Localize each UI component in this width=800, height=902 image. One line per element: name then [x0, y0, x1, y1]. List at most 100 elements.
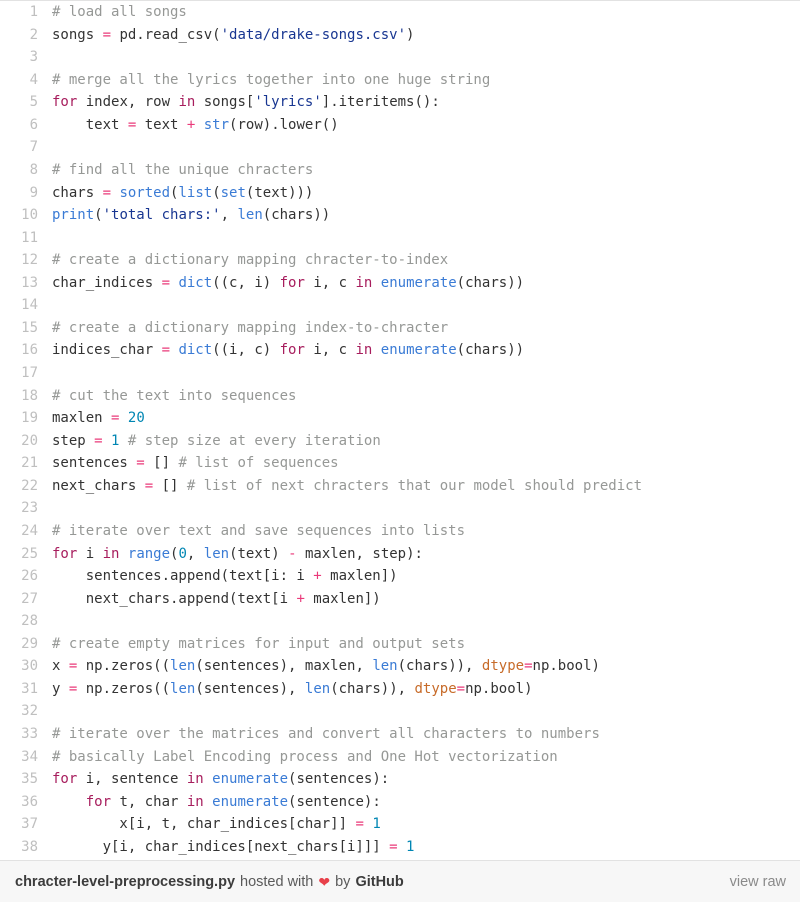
code-line-content[interactable]: songs = pd.read_csv('data/drake-songs.cs… — [52, 24, 800, 47]
code-line-content[interactable]: next_chars = [] # list of next chracters… — [52, 475, 800, 498]
code-line: 14 — [0, 294, 800, 317]
code-line-content[interactable]: char_indices = dict((c, i) for i, c in e… — [52, 272, 800, 295]
code-line: 27 next_chars.append(text[i + maxlen]) — [0, 587, 800, 611]
code-line-content[interactable] — [52, 497, 800, 520]
code-token: (text) — [229, 545, 289, 562]
code-line-content[interactable]: # merge all the lyrics together into one… — [52, 69, 800, 92]
code-token: np.bool) — [532, 658, 600, 675]
code-line-content[interactable]: next_chars.append(text[i + maxlen]) — [52, 588, 800, 611]
gist-embed: 1 # load all songs 2 songs = pd.read_csv('d… — [0, 0, 800, 902]
code-line-content[interactable]: # create a dictionary mapping chracter-t… — [52, 249, 800, 272]
code-token: np.zeros(( — [77, 680, 171, 697]
line-number: 5 — [0, 91, 52, 114]
code-token: list — [178, 184, 213, 201]
line-number: 6 — [0, 113, 52, 137]
code-token: pd.read_csv( — [111, 26, 221, 43]
code-line-content[interactable] — [52, 227, 800, 250]
code-line-content[interactable]: for t, char in enumerate(sentence): — [52, 791, 800, 814]
gist-filename[interactable]: chracter-level-preprocessing.py — [15, 874, 235, 890]
code-token: # list of next chracters that our model … — [186, 477, 643, 494]
code-token: # iterate over the matrices and convert … — [52, 726, 600, 742]
code-line-content[interactable]: y = np.zeros((len(sentences), len(chars)… — [52, 678, 800, 701]
code-token: dtype — [414, 680, 457, 697]
code-token: (chars)) — [456, 274, 525, 291]
code-line-content[interactable]: print('total chars:', len(chars)) — [52, 204, 800, 227]
code-token: = — [355, 816, 364, 833]
code-token: # find all the unique chracters — [52, 161, 314, 178]
code-table: 1 # load all songs 2 songs = pd.read_csv('d… — [0, 1, 800, 859]
code-line-content[interactable]: # create empty matrices for input and ou… — [52, 633, 800, 656]
line-number: 4 — [0, 68, 52, 92]
code-token: for — [85, 793, 112, 810]
code-line-content[interactable] — [52, 700, 800, 723]
code-line-content[interactable]: # find all the unique chracters — [52, 159, 800, 182]
code-token: = — [456, 680, 466, 697]
code-line-content[interactable]: # load all songs — [52, 1, 800, 24]
code-token: 'data/drake-songs.csv' — [220, 26, 407, 43]
code-token: - — [288, 545, 297, 562]
line-number: 24 — [0, 519, 52, 543]
code-line: 16 indices_char = dict((i, c) for i, c in… — [0, 339, 800, 362]
code-token: # basically Label Encoding process and O… — [52, 748, 558, 765]
code-line-content[interactable]: sentences.append(text[i: i + maxlen]) — [52, 565, 800, 588]
code-token: for — [279, 342, 305, 359]
code-line-content[interactable] — [52, 362, 800, 385]
code-line-content[interactable]: # iterate over text and save sequences i… — [52, 520, 800, 543]
code-token: for — [279, 274, 305, 291]
github-label[interactable]: GitHub — [355, 874, 403, 890]
code-line-content[interactable]: indices_char = dict((i, c) for i, c in e… — [52, 339, 800, 362]
code-token: = — [161, 274, 171, 291]
code-line-content[interactable] — [52, 610, 800, 633]
code-line-content[interactable] — [52, 136, 800, 159]
code-token: t, char — [111, 793, 187, 810]
code-line-content[interactable]: text = text + str(row).lower() — [52, 114, 800, 137]
code-line-content[interactable]: x = np.zeros((len(sentences), maxlen, le… — [52, 655, 800, 678]
code-line-content[interactable]: # iterate over the matrices and convert … — [52, 723, 800, 746]
code-line-content[interactable]: for index, row in songs['lyrics'].iterit… — [52, 91, 800, 114]
code-line-content[interactable]: maxlen = 20 — [52, 407, 800, 430]
code-line-content[interactable]: # create a dictionary mapping index-to-c… — [52, 317, 800, 340]
code-token: for — [52, 94, 78, 111]
code-token: maxlen — [52, 410, 112, 427]
line-number: 33 — [0, 723, 52, 746]
code-line-content[interactable]: x[i, t, char_indices[char]] = 1 — [52, 813, 800, 836]
code-line: 18 # cut the text into sequences — [0, 384, 800, 408]
code-token: in — [355, 342, 373, 359]
code-line-content[interactable]: for i, sentence in enumerate(sentences): — [52, 768, 800, 791]
code-token: len — [237, 207, 263, 224]
code-line-content[interactable]: # basically Label Encoding process and O… — [52, 746, 800, 769]
line-number: 31 — [0, 677, 52, 701]
code-line-content[interactable]: step = 1 # step size at every iteration — [52, 430, 800, 453]
code-token: enumerate — [212, 793, 289, 810]
code-token: next_chars.append(text[i — [52, 590, 297, 607]
view-raw-link[interactable]: view raw — [730, 874, 786, 890]
code-token: enumerate — [380, 342, 457, 359]
code-token: = — [102, 26, 112, 43]
code-token: len — [170, 680, 196, 697]
code-token: in — [186, 793, 204, 810]
code-token: songs[ — [195, 94, 255, 111]
code-token: (chars)), — [330, 680, 415, 697]
code-token: 'total chars:' — [102, 207, 221, 224]
code-line-content[interactable] — [52, 294, 800, 317]
code-line-content[interactable]: for i in range(0, len(text) - maxlen, st… — [52, 543, 800, 566]
code-token: text — [136, 116, 187, 133]
code-token: 1 — [406, 838, 415, 855]
code-line: 6 text = text + str(row).lower() — [0, 113, 800, 137]
code-line-content[interactable]: y[i, char_indices[next_chars[i]]] = 1 — [52, 836, 800, 859]
code-line-content[interactable]: chars = sorted(list(set(text))) — [52, 182, 800, 205]
code-line-content[interactable]: sentences = [] # list of sequences — [52, 452, 800, 475]
code-line-content[interactable]: # cut the text into sequences — [52, 385, 800, 408]
code-token: [] — [153, 477, 187, 494]
line-number: 25 — [0, 542, 52, 566]
code-token: in — [355, 274, 373, 291]
line-number: 3 — [0, 46, 52, 69]
code-token: 20 — [127, 410, 145, 427]
code-line-content[interactable] — [52, 46, 800, 69]
code-token: np.bool) — [465, 680, 533, 697]
code-token: # step size at every iteration — [127, 432, 381, 449]
line-number: 26 — [0, 565, 52, 588]
